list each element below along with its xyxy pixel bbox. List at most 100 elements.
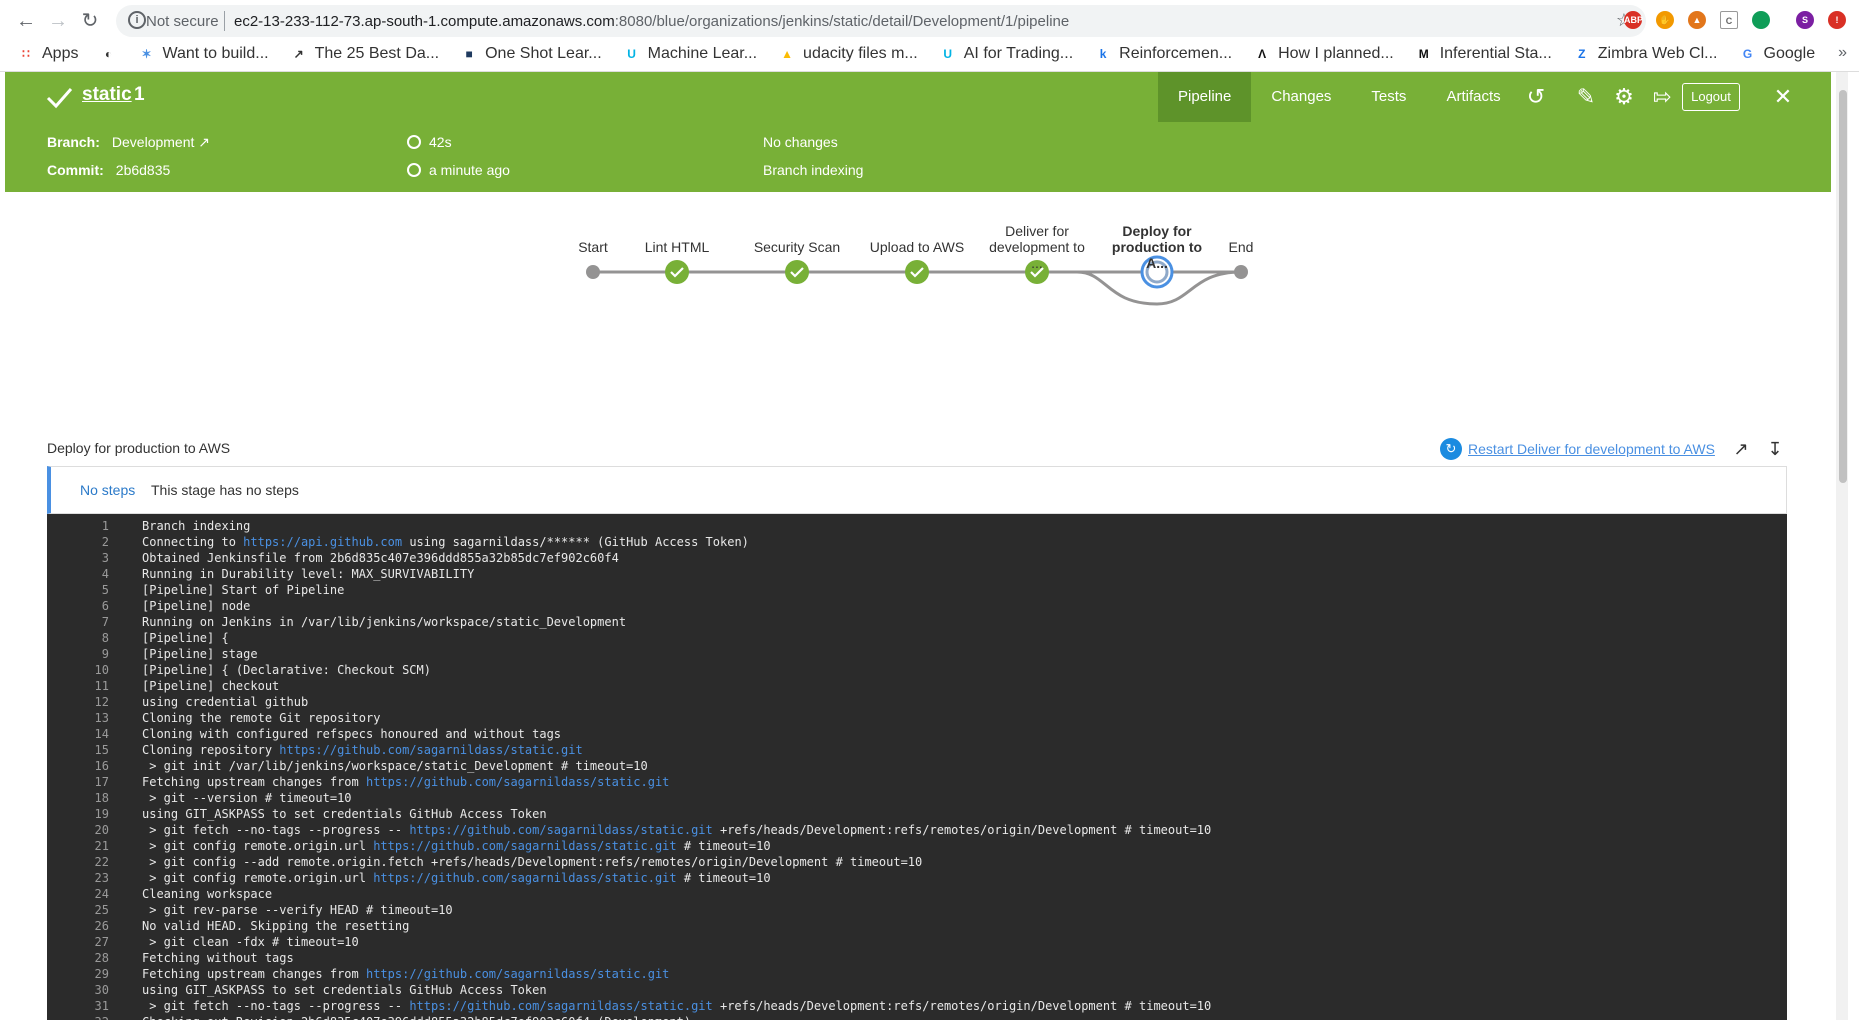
line-number[interactable]: 20 — [47, 822, 109, 838]
console-link[interactable]: https://github.com/sagarnildass/static.g… — [366, 967, 669, 981]
console-link[interactable]: https://github.com/sagarnildass/static.g… — [409, 823, 712, 837]
forward-arrow-icon[interactable]: → — [46, 9, 70, 33]
line-number[interactable]: 12 — [47, 694, 109, 710]
console-link[interactable]: https://github.com/sagarnildass/static.g… — [279, 743, 582, 757]
line-number[interactable]: 11 — [47, 678, 109, 694]
stage-label[interactable]: Lint HTML — [622, 239, 732, 255]
stage-label[interactable]: Upload to AWS — [862, 239, 972, 255]
bookmark-item[interactable]: ✶ Want to build... — [138, 45, 268, 63]
edit-pencil-icon[interactable]: ✎ — [1573, 84, 1599, 110]
stage-success-node[interactable] — [905, 260, 929, 284]
line-number[interactable]: 26 — [47, 918, 109, 934]
hand-extension-icon[interactable]: ✋ — [1656, 11, 1674, 29]
line-number[interactable]: 2 — [47, 534, 109, 550]
line-number[interactable]: 18 — [47, 790, 109, 806]
bookmark-item[interactable]: M Inferential Sta... — [1416, 45, 1552, 63]
bookmark-item[interactable]: ▲ udacity files m... — [779, 45, 918, 63]
console-text: [Pipeline] stage — [142, 646, 258, 662]
line-number[interactable]: 17 — [47, 774, 109, 790]
stage-label[interactable]: Security Scan — [742, 239, 852, 255]
profile-avatar[interactable]: S — [1796, 11, 1814, 29]
tab-artifacts[interactable]: Artifacts — [1426, 72, 1520, 122]
line-number[interactable]: 14 — [47, 726, 109, 742]
console-link[interactable]: https://github.com/sagarnildass/static.g… — [373, 839, 676, 853]
bookmark-item[interactable]: U AI for Trading... — [940, 45, 1073, 63]
line-number[interactable]: 1 — [47, 518, 109, 534]
rerun-icon[interactable]: ↺ — [1523, 84, 1549, 110]
line-number[interactable]: 28 — [47, 950, 109, 966]
line-number[interactable]: 6 — [47, 598, 109, 614]
line-number[interactable]: 29 — [47, 966, 109, 982]
console-link[interactable]: https://github.com/sagarnildass/static.g… — [373, 871, 676, 885]
line-number[interactable]: 15 — [47, 742, 109, 758]
stage-label[interactable]: End — [1186, 239, 1296, 255]
line-number[interactable]: 10 — [47, 662, 109, 678]
reload-icon[interactable]: ↻ — [78, 9, 102, 33]
bookmark-item[interactable]: ■ One Shot Lear... — [461, 45, 601, 63]
line-number[interactable]: 13 — [47, 710, 109, 726]
bookmark-item[interactable]: k Reinforcemen... — [1095, 45, 1232, 63]
line-number[interactable]: 8 — [47, 630, 109, 646]
line-number[interactable]: 16 — [47, 758, 109, 774]
line-number[interactable]: 25 — [47, 902, 109, 918]
console-line: 3 Obtained Jenkinsfile from 2b6d835c407e3… — [47, 550, 1787, 566]
bookmark-item[interactable]: U Machine Lear... — [624, 45, 757, 63]
restart-stage-link[interactable]: Restart Deliver for development to AWS — [1468, 441, 1715, 457]
stage-success-node[interactable] — [665, 260, 689, 284]
job-name-link[interactable]: static — [82, 84, 132, 106]
tab-tests[interactable]: Tests — [1351, 72, 1426, 122]
classic-ui-exit-icon[interactable]: ⇰ — [1649, 84, 1675, 110]
bookmark-item[interactable]: G Google — [1740, 45, 1815, 63]
tab-pipeline[interactable]: Pipeline — [1158, 72, 1252, 122]
bookmark-item[interactable]: ↗ The 25 Best Da... — [291, 45, 440, 63]
line-number[interactable]: 4 — [47, 566, 109, 582]
bookmark-item[interactable]: ∷ Apps — [18, 45, 78, 63]
line-number[interactable]: 27 — [47, 934, 109, 950]
open-in-new-window-icon[interactable]: ↗ — [1730, 438, 1752, 460]
line-number[interactable]: 3 — [47, 550, 109, 566]
external-link-icon[interactable]: ↗ — [198, 134, 210, 150]
console-line: 31 > git fetch --no-tags --progress -- h… — [47, 998, 1787, 1014]
metamask-extension-icon[interactable]: ▲ — [1688, 11, 1706, 29]
stage-success-node[interactable] — [785, 260, 809, 284]
line-number[interactable]: 21 — [47, 838, 109, 854]
line-number[interactable]: 30 — [47, 982, 109, 998]
close-icon[interactable]: ✕ — [1770, 84, 1796, 110]
console-link[interactable]: https://github.com/sagarnildass/static.g… — [409, 999, 712, 1013]
back-arrow-icon[interactable]: ← — [14, 9, 38, 33]
update-extension-icon[interactable]: ! — [1828, 11, 1846, 29]
tab-changes[interactable]: Changes — [1251, 72, 1351, 122]
url-text[interactable]: ec2-13-233-112-73.ap-south-1.compute.ama… — [234, 13, 1069, 30]
bookmark-item[interactable]: Λ How I planned... — [1254, 45, 1394, 63]
bookmarks-overflow-icon[interactable]: » — [1838, 44, 1847, 62]
restart-stage-control[interactable]: ↻ Restart Deliver for development to AWS — [1440, 438, 1715, 460]
logout-button[interactable]: Logout — [1682, 83, 1740, 111]
zimbra-icon: Z — [1578, 47, 1586, 61]
info-icon[interactable]: i — [128, 11, 146, 29]
line-number[interactable]: 23 — [47, 870, 109, 886]
console-log[interactable]: 1 Branch indexing 2 Connecting to https://a… — [47, 514, 1787, 1020]
commit-hash: 2b6d835 — [115, 162, 171, 178]
bookmark-item[interactable]: ◐ — [100, 46, 124, 62]
download-log-icon[interactable]: ↧ — [1764, 438, 1786, 460]
bookmark-item[interactable]: Z Zimbra Web Cl... — [1574, 45, 1717, 63]
console-link[interactable]: https://github.com/sagarnildass/static.g… — [366, 775, 669, 789]
line-number[interactable]: 9 — [47, 646, 109, 662]
adblock-extension-icon[interactable]: ABP — [1624, 11, 1643, 29]
restart-icon[interactable]: ↻ — [1440, 438, 1462, 460]
line-number[interactable]: 32 — [47, 1014, 109, 1020]
line-number[interactable]: 7 — [47, 614, 109, 630]
line-number[interactable]: 24 — [47, 886, 109, 902]
page-extension-icon[interactable]: C — [1720, 11, 1738, 29]
green-extension-icon[interactable] — [1752, 11, 1770, 29]
page-scrollbar-thumb[interactable] — [1839, 90, 1847, 483]
line-number[interactable]: 22 — [47, 854, 109, 870]
line-number[interactable]: 31 — [47, 998, 109, 1014]
settings-gear-icon[interactable]: ⚙ — [1611, 84, 1637, 110]
stage-label[interactable]: Deliver for development to ... — [982, 223, 1092, 271]
branch-link[interactable]: Development — [112, 134, 195, 150]
line-number[interactable]: 19 — [47, 806, 109, 822]
console-link[interactable]: https://api.github.com — [243, 535, 402, 549]
line-number[interactable]: 5 — [47, 582, 109, 598]
address-bar[interactable]: i Not secure ec2-13-233-112-73.ap-south-… — [116, 5, 1646, 37]
